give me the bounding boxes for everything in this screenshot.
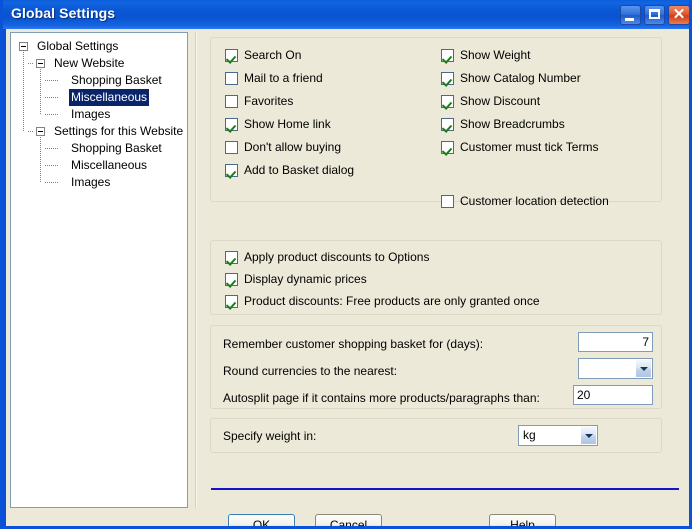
- tree-node-shopping-basket[interactable]: Shopping Basket: [69, 140, 164, 157]
- checkbox-label: Show Catalog Number: [460, 71, 581, 85]
- panel-splitter[interactable]: [195, 32, 197, 508]
- tree-connector: [40, 69, 41, 115]
- tree-connector: [45, 165, 58, 166]
- tree-connector: [45, 114, 58, 115]
- tree-expander-icon[interactable]: [36, 59, 45, 68]
- tree-node-shopping-basket[interactable]: Shopping Basket: [69, 72, 164, 89]
- tree-node-miscellaneous[interactable]: Miscellaneous: [69, 157, 149, 174]
- checkbox-unchecked-icon[interactable]: [441, 195, 454, 208]
- checkbox-label: Search On: [244, 48, 302, 62]
- tree-connector: [23, 52, 24, 132]
- tree-connector: [45, 182, 58, 183]
- checkbox-label: Show Discount: [460, 94, 541, 108]
- basket-fields-group: Remember customer shopping basket for (d…: [210, 325, 662, 409]
- checkbox-checked-icon[interactable]: [225, 118, 238, 131]
- minimize-icon: [625, 18, 634, 21]
- dialog-client-area: Global Settings New Website Shopping Baske…: [6, 29, 689, 526]
- checkbox-label: Add to Basket dialog: [244, 163, 355, 177]
- chevron-down-icon[interactable]: [580, 427, 596, 444]
- tree-node-settings-for-this-website[interactable]: Settings for this Website: [52, 123, 185, 140]
- checkbox-checked-icon[interactable]: [225, 164, 238, 177]
- remember-basket-label: Remember customer shopping basket for (d…: [223, 337, 484, 351]
- checkbox-checked-icon[interactable]: [441, 72, 454, 85]
- tree-connector: [28, 63, 34, 64]
- window-title: Global Settings: [11, 5, 116, 21]
- settings-content-pane: Search On Mail to a friend Favorites Show H…: [202, 32, 688, 526]
- round-currencies-dropdown[interactable]: [578, 358, 653, 379]
- checkbox-label: Display dynamic prices: [244, 272, 367, 286]
- footer-divider: [211, 488, 679, 490]
- checkbox-label: Show Breadcrumbs: [460, 117, 565, 131]
- checkbox-label: Show Home link: [244, 117, 331, 131]
- checkbox-label: Apply product discounts to Options: [244, 250, 430, 264]
- checkbox-checked-icon[interactable]: [441, 141, 454, 154]
- close-button[interactable]: ✕: [668, 5, 689, 25]
- tree-node-images[interactable]: Images: [69, 106, 112, 123]
- checkbox-checked-icon[interactable]: [225, 251, 238, 264]
- checkbox-label: Don't allow buying: [244, 140, 342, 154]
- settings-dialog-window: Global Settings ✕ Global Settings New Web…: [0, 0, 692, 529]
- checkbox-label: Show Weight: [460, 48, 531, 62]
- display-options-group: Search On Mail to a friend Favorites Show H…: [210, 37, 662, 208]
- weight-unit-group: Specify weight in: kg: [210, 418, 662, 453]
- tree-connector: [45, 148, 58, 149]
- title-bar: Global Settings ✕: [3, 0, 689, 29]
- checkbox-label: Favorites: [244, 94, 294, 108]
- tree-connector: [40, 137, 41, 183]
- tree-expander-icon[interactable]: [36, 127, 45, 136]
- maximize-button[interactable]: [644, 5, 665, 25]
- discount-options-group: Apply product discounts to Options Displa…: [210, 240, 662, 315]
- weight-unit-dropdown[interactable]: kg: [518, 425, 598, 446]
- tree-node-new-website[interactable]: New Website: [52, 55, 126, 72]
- tree-connector: [45, 80, 58, 81]
- tree-connector: [45, 97, 58, 98]
- checkbox-label: Product discounts: Free products are onl…: [244, 294, 540, 308]
- specify-weight-label: Specify weight in:: [223, 429, 317, 443]
- checkbox-checked-icon[interactable]: [441, 49, 454, 62]
- checkbox-label: Customer location detection: [460, 194, 609, 208]
- round-currencies-label: Round currencies to the nearest:: [223, 364, 398, 378]
- maximize-icon: [649, 9, 660, 19]
- checkbox-unchecked-icon[interactable]: [225, 95, 238, 108]
- close-icon: ✕: [672, 6, 686, 23]
- checkbox-checked-icon[interactable]: [225, 49, 238, 62]
- weight-unit-value: kg: [523, 428, 536, 442]
- checkbox-unchecked-icon[interactable]: [225, 141, 238, 154]
- minimize-button[interactable]: [620, 5, 641, 25]
- checkbox-checked-icon[interactable]: [441, 118, 454, 131]
- ok-button[interactable]: OK: [228, 514, 295, 526]
- checkbox-checked-icon[interactable]: [441, 95, 454, 108]
- checkbox-checked-icon[interactable]: [225, 273, 238, 286]
- tree-node-images[interactable]: Images: [69, 174, 112, 191]
- checkbox-label: Customer must tick Terms: [460, 140, 599, 154]
- checkbox-label: Mail to a friend: [244, 71, 323, 85]
- chevron-down-icon[interactable]: [635, 360, 651, 377]
- checkbox-unchecked-icon[interactable]: [225, 72, 238, 85]
- autosplit-label: Autosplit page if it contains more produ…: [223, 391, 540, 405]
- tree-expander-icon[interactable]: [19, 42, 28, 51]
- tree-node-miscellaneous[interactable]: Miscellaneous: [69, 89, 150, 106]
- autosplit-input[interactable]: [573, 385, 653, 405]
- tree-connector: [28, 131, 34, 132]
- checkbox-checked-icon[interactable]: [225, 295, 238, 308]
- help-button[interactable]: Help: [489, 514, 556, 526]
- remember-basket-input[interactable]: [578, 332, 653, 352]
- cancel-button[interactable]: Cancel: [315, 514, 382, 526]
- tree-node-global-settings[interactable]: Global Settings: [35, 38, 120, 55]
- settings-tree-panel[interactable]: Global Settings New Website Shopping Baske…: [10, 32, 188, 508]
